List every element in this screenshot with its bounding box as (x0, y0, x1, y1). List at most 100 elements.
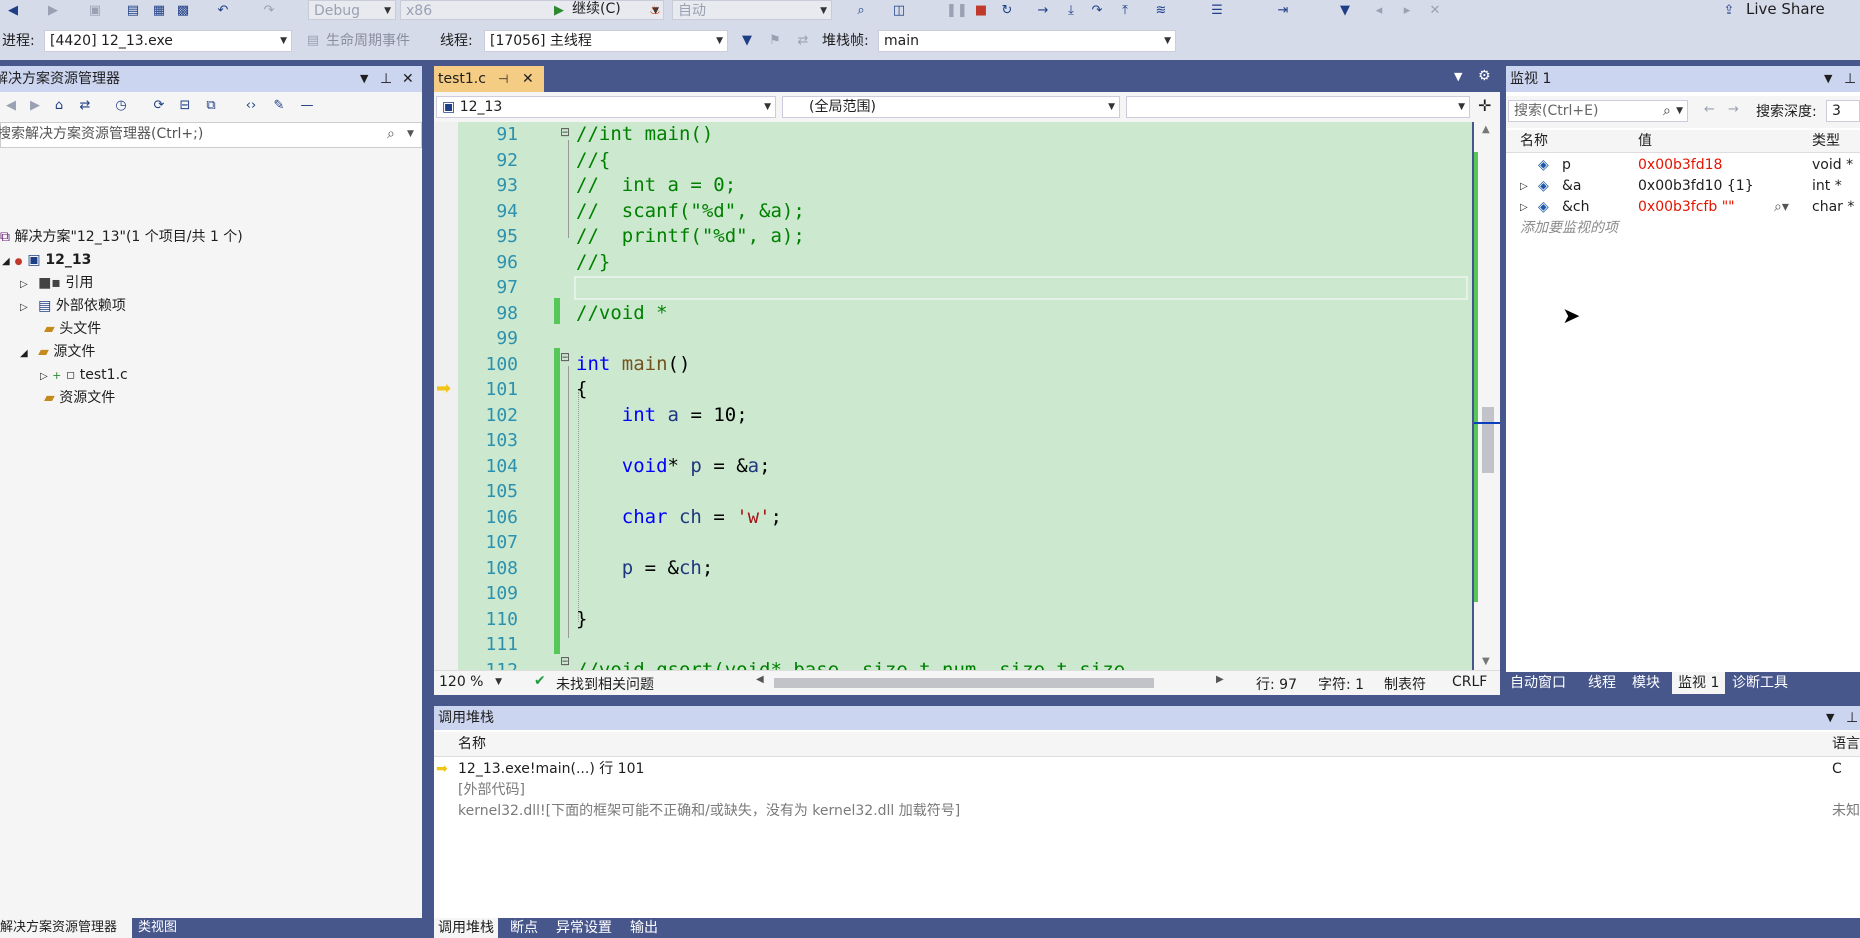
find-icon[interactable]: ⌕ (852, 2, 870, 20)
back-icon[interactable]: ◀ (4, 2, 22, 20)
close-tab-icon[interactable]: ✕ (522, 66, 534, 92)
search-back-icon[interactable]: ← (1704, 102, 1715, 117)
continue-icon[interactable]: ▶ (550, 2, 568, 20)
search-forward-icon[interactable]: → (1728, 102, 1739, 117)
search-depth-input[interactable]: 3 (1826, 100, 1860, 122)
code-editor[interactable]: ⊟ ⊟ ⊟ 91 //int main() 92 //{ 93 // int a… (458, 122, 1472, 670)
save-all-icon[interactable]: ▩ (174, 2, 192, 20)
tab-diagnostic-tools[interactable]: 诊断工具 (1732, 672, 1788, 694)
pause-icon[interactable]: ❚❚ (946, 2, 968, 20)
project-dropdown[interactable]: ▣ 12_13 ▼ (436, 96, 776, 118)
live-share-button[interactable]: Live Share (1746, 0, 1825, 20)
pending-changes-icon[interactable]: ◷ (112, 97, 130, 115)
member-dropdown[interactable]: ▼ (1126, 96, 1470, 118)
configuration-select[interactable]: Debug ▼ (308, 0, 396, 20)
next-bookmark-icon[interactable]: ▸ (1398, 2, 1416, 20)
tab-test1c[interactable]: test1.c ⊣ ✕ (434, 66, 544, 92)
new-project-icon[interactable]: ▣ (86, 2, 104, 20)
sync-icon[interactable]: ⟳ (150, 97, 168, 115)
tree-item-sources[interactable]: ◢ ▰ 源文件 (20, 341, 95, 365)
properties-icon[interactable]: ✎ (270, 97, 288, 115)
hex-display-icon[interactable]: ≋ (1152, 2, 1170, 20)
forward-icon[interactable]: ▶ (44, 2, 62, 20)
tree-item-resources[interactable]: ▰ 资源文件 (44, 387, 115, 410)
collapse-icon[interactable]: ⊟ (560, 654, 570, 668)
zoom-select[interactable]: 120 % ▼ (434, 672, 506, 692)
save-icon[interactable]: ▦ (150, 2, 168, 20)
dropdown-icon[interactable]: ▼ (360, 66, 368, 92)
tab-autos[interactable]: 自动窗口 (1510, 672, 1566, 694)
show-next-statement-icon[interactable]: → (1034, 2, 1052, 20)
tab-modules[interactable]: 模块 (1632, 672, 1660, 694)
expand-icon[interactable]: ▷ (1520, 197, 1528, 218)
tab-output[interactable]: 输出 (630, 918, 658, 938)
process-select[interactable]: [4420] 12_13.exe ▼ (44, 30, 292, 52)
collapse-icon[interactable]: ⊟ (560, 350, 570, 364)
code-view-icon[interactable]: ‹› (242, 97, 260, 115)
scope-dropdown[interactable]: (全局范围) ▼ (782, 96, 1120, 118)
step-over-icon[interactable]: ↷ (1088, 2, 1106, 20)
watch-row[interactable]: ▷ ◈ &a 0x00b3fd10 {1} int * (1506, 176, 1860, 197)
tab-solution-explorer[interactable]: 解决方案资源管理器 (0, 918, 132, 938)
scroll-right-icon[interactable]: ▶ (1216, 674, 1224, 685)
screenshot-icon[interactable]: ◫ (890, 2, 908, 20)
forward-icon[interactable]: ▶ (26, 97, 44, 115)
step-into-icon[interactable]: ⤓ (1062, 2, 1080, 20)
col-type[interactable]: 类型 (1812, 130, 1840, 152)
tree-project[interactable]: ◢ ● ▣ 12_13 (2, 249, 91, 274)
col-name[interactable]: 名称 (458, 732, 486, 756)
expand-icon[interactable]: ▷ (1520, 176, 1528, 197)
callstack-row[interactable]: ➡ 12_13.exe!main(...) 行 101 C (434, 759, 1860, 780)
restart-icon[interactable]: ↻ (998, 2, 1016, 20)
watch-row[interactable]: ◈ p 0x00b3fd18 void * (1506, 155, 1860, 176)
issues-status[interactable]: 未找到相关问题 (556, 674, 654, 694)
add-watch-row[interactable]: 添加要监视的项 (1506, 218, 1860, 239)
dropdown-icon[interactable]: ▼ (1826, 706, 1834, 730)
tree-item-headers[interactable]: ▰ 头文件 (44, 318, 101, 341)
search-icon[interactable]: ⌕ (387, 123, 395, 145)
scroll-thumb[interactable] (1482, 407, 1494, 473)
expanded-icon[interactable]: ◢ (2, 256, 10, 267)
continue-button[interactable]: 继续(C) (572, 0, 621, 20)
magnifier-icon[interactable]: ⌕▾ (1774, 197, 1789, 218)
tab-exception-settings[interactable]: 异常设置 (556, 918, 612, 938)
search-options-icon[interactable]: ▼ (407, 123, 414, 145)
pin-icon[interactable]: ⊣ (498, 66, 508, 92)
stackframe-select[interactable]: main ▼ (878, 30, 1176, 52)
tab-watch1[interactable]: 监视 1 (1672, 672, 1726, 694)
clear-bookmarks-icon[interactable]: ✕ (1426, 2, 1444, 20)
dropdown-icon[interactable]: ▼ (1824, 66, 1832, 92)
live-share-icon[interactable]: ⇪ (1720, 2, 1738, 20)
pin-icon[interactable]: ⊥ (1844, 66, 1856, 92)
collapse-icon[interactable]: ⊟ (560, 125, 570, 139)
tab-class-view[interactable]: 类视图 (138, 918, 177, 938)
thread-select[interactable]: [17056] 主线程 ▼ (484, 30, 728, 52)
show-flagged-icon[interactable]: ⇄ (794, 32, 812, 50)
tab-call-stack[interactable]: 调用堆栈 (434, 918, 498, 938)
eol-indicator[interactable]: CRLF (1452, 674, 1487, 690)
tab-overflow-icon[interactable]: ▼ (1454, 70, 1462, 83)
tabs-indicator[interactable]: 制表符 (1384, 674, 1426, 694)
show-all-files-icon[interactable]: ⧉ (202, 97, 220, 115)
comment-icon[interactable]: ☰ (1208, 2, 1226, 20)
scroll-left-icon[interactable]: ◀ (756, 674, 764, 685)
callstack-row[interactable]: kernel32.dll![下面的框架可能不正确和/或缺失，没有为 kernel… (434, 801, 1860, 822)
collapsed-icon[interactable]: ▷ (40, 371, 48, 382)
tree-item-references[interactable]: ▷ ■▪ 引用 (20, 272, 93, 296)
horizontal-scroll-thumb[interactable] (774, 678, 1154, 688)
char-indicator[interactable]: 字符: 1 (1318, 674, 1364, 694)
collapsed-icon[interactable]: ▷ (20, 279, 28, 290)
lifecycle-icon[interactable]: ▤ (304, 32, 322, 50)
preview-icon[interactable]: — (298, 97, 316, 115)
back-icon[interactable]: ◀ (2, 97, 20, 115)
editor-vertical-scrollbar[interactable]: ▲ ▼ (1474, 122, 1500, 670)
expanded-icon[interactable]: ◢ (20, 348, 28, 359)
debug-target-select[interactable]: 自动 ▼ (672, 0, 832, 20)
close-icon[interactable]: ✕ (402, 66, 414, 92)
callstack-row[interactable]: [外部代码] (434, 780, 1860, 801)
prev-bookmark-icon[interactable]: ◂ (1370, 2, 1388, 20)
col-value[interactable]: 值 (1638, 130, 1652, 152)
open-icon[interactable]: ▤ (124, 2, 142, 20)
col-language[interactable]: 语言 (1832, 732, 1860, 756)
tree-item-external-deps[interactable]: ▷ ▤ 外部依赖项 (20, 295, 126, 319)
